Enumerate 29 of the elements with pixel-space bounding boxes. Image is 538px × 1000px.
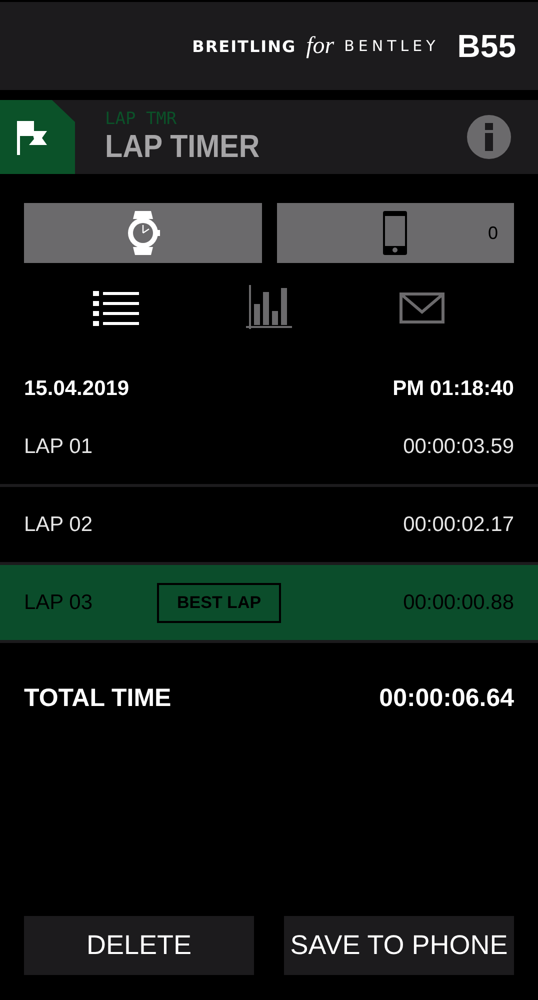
lap-name: LAP 02: [24, 512, 94, 536]
total-label: TOTAL TIME: [24, 684, 172, 712]
page-title: LAP TIMER: [105, 128, 261, 164]
lap-time: 00:00:02.17: [403, 512, 514, 536]
lap-time: 00:00:03.59: [403, 434, 514, 458]
lap-row[interactable]: LAP 02 00:00:02.17: [0, 487, 538, 562]
brand-name: BREITLING: [192, 36, 296, 56]
phone-button[interactable]: 0: [276, 203, 514, 263]
phone-icon: [382, 210, 408, 256]
lap-time: 00:00:00.88: [403, 590, 514, 614]
chart-tab[interactable]: [246, 285, 292, 331]
total-time: 00:00:06.64: [379, 684, 514, 712]
watch-button[interactable]: [24, 203, 262, 263]
session-date: 15.04.2019: [24, 377, 130, 401]
phone-count: 0: [488, 222, 498, 244]
partner-name: BENTLEY: [344, 37, 440, 55]
lap-row[interactable]: LAP 01 00:00:03.59: [0, 409, 538, 484]
model-name: B55: [457, 28, 516, 64]
list-tab[interactable]: [93, 289, 140, 327]
save-button[interactable]: SAVE TO PHONE: [284, 916, 514, 975]
session-time: PM 01:18:40: [392, 377, 514, 401]
brand-connector: for: [306, 32, 334, 60]
lap-name: LAP 03: [24, 590, 94, 614]
best-lap-badge: BEST LAP: [157, 582, 282, 622]
delete-button[interactable]: DELETE: [24, 916, 254, 975]
mail-tab[interactable]: [398, 292, 445, 324]
lap-name: LAP 01: [24, 434, 94, 458]
info-icon[interactable]: [466, 114, 512, 160]
watch-icon: [126, 210, 160, 256]
